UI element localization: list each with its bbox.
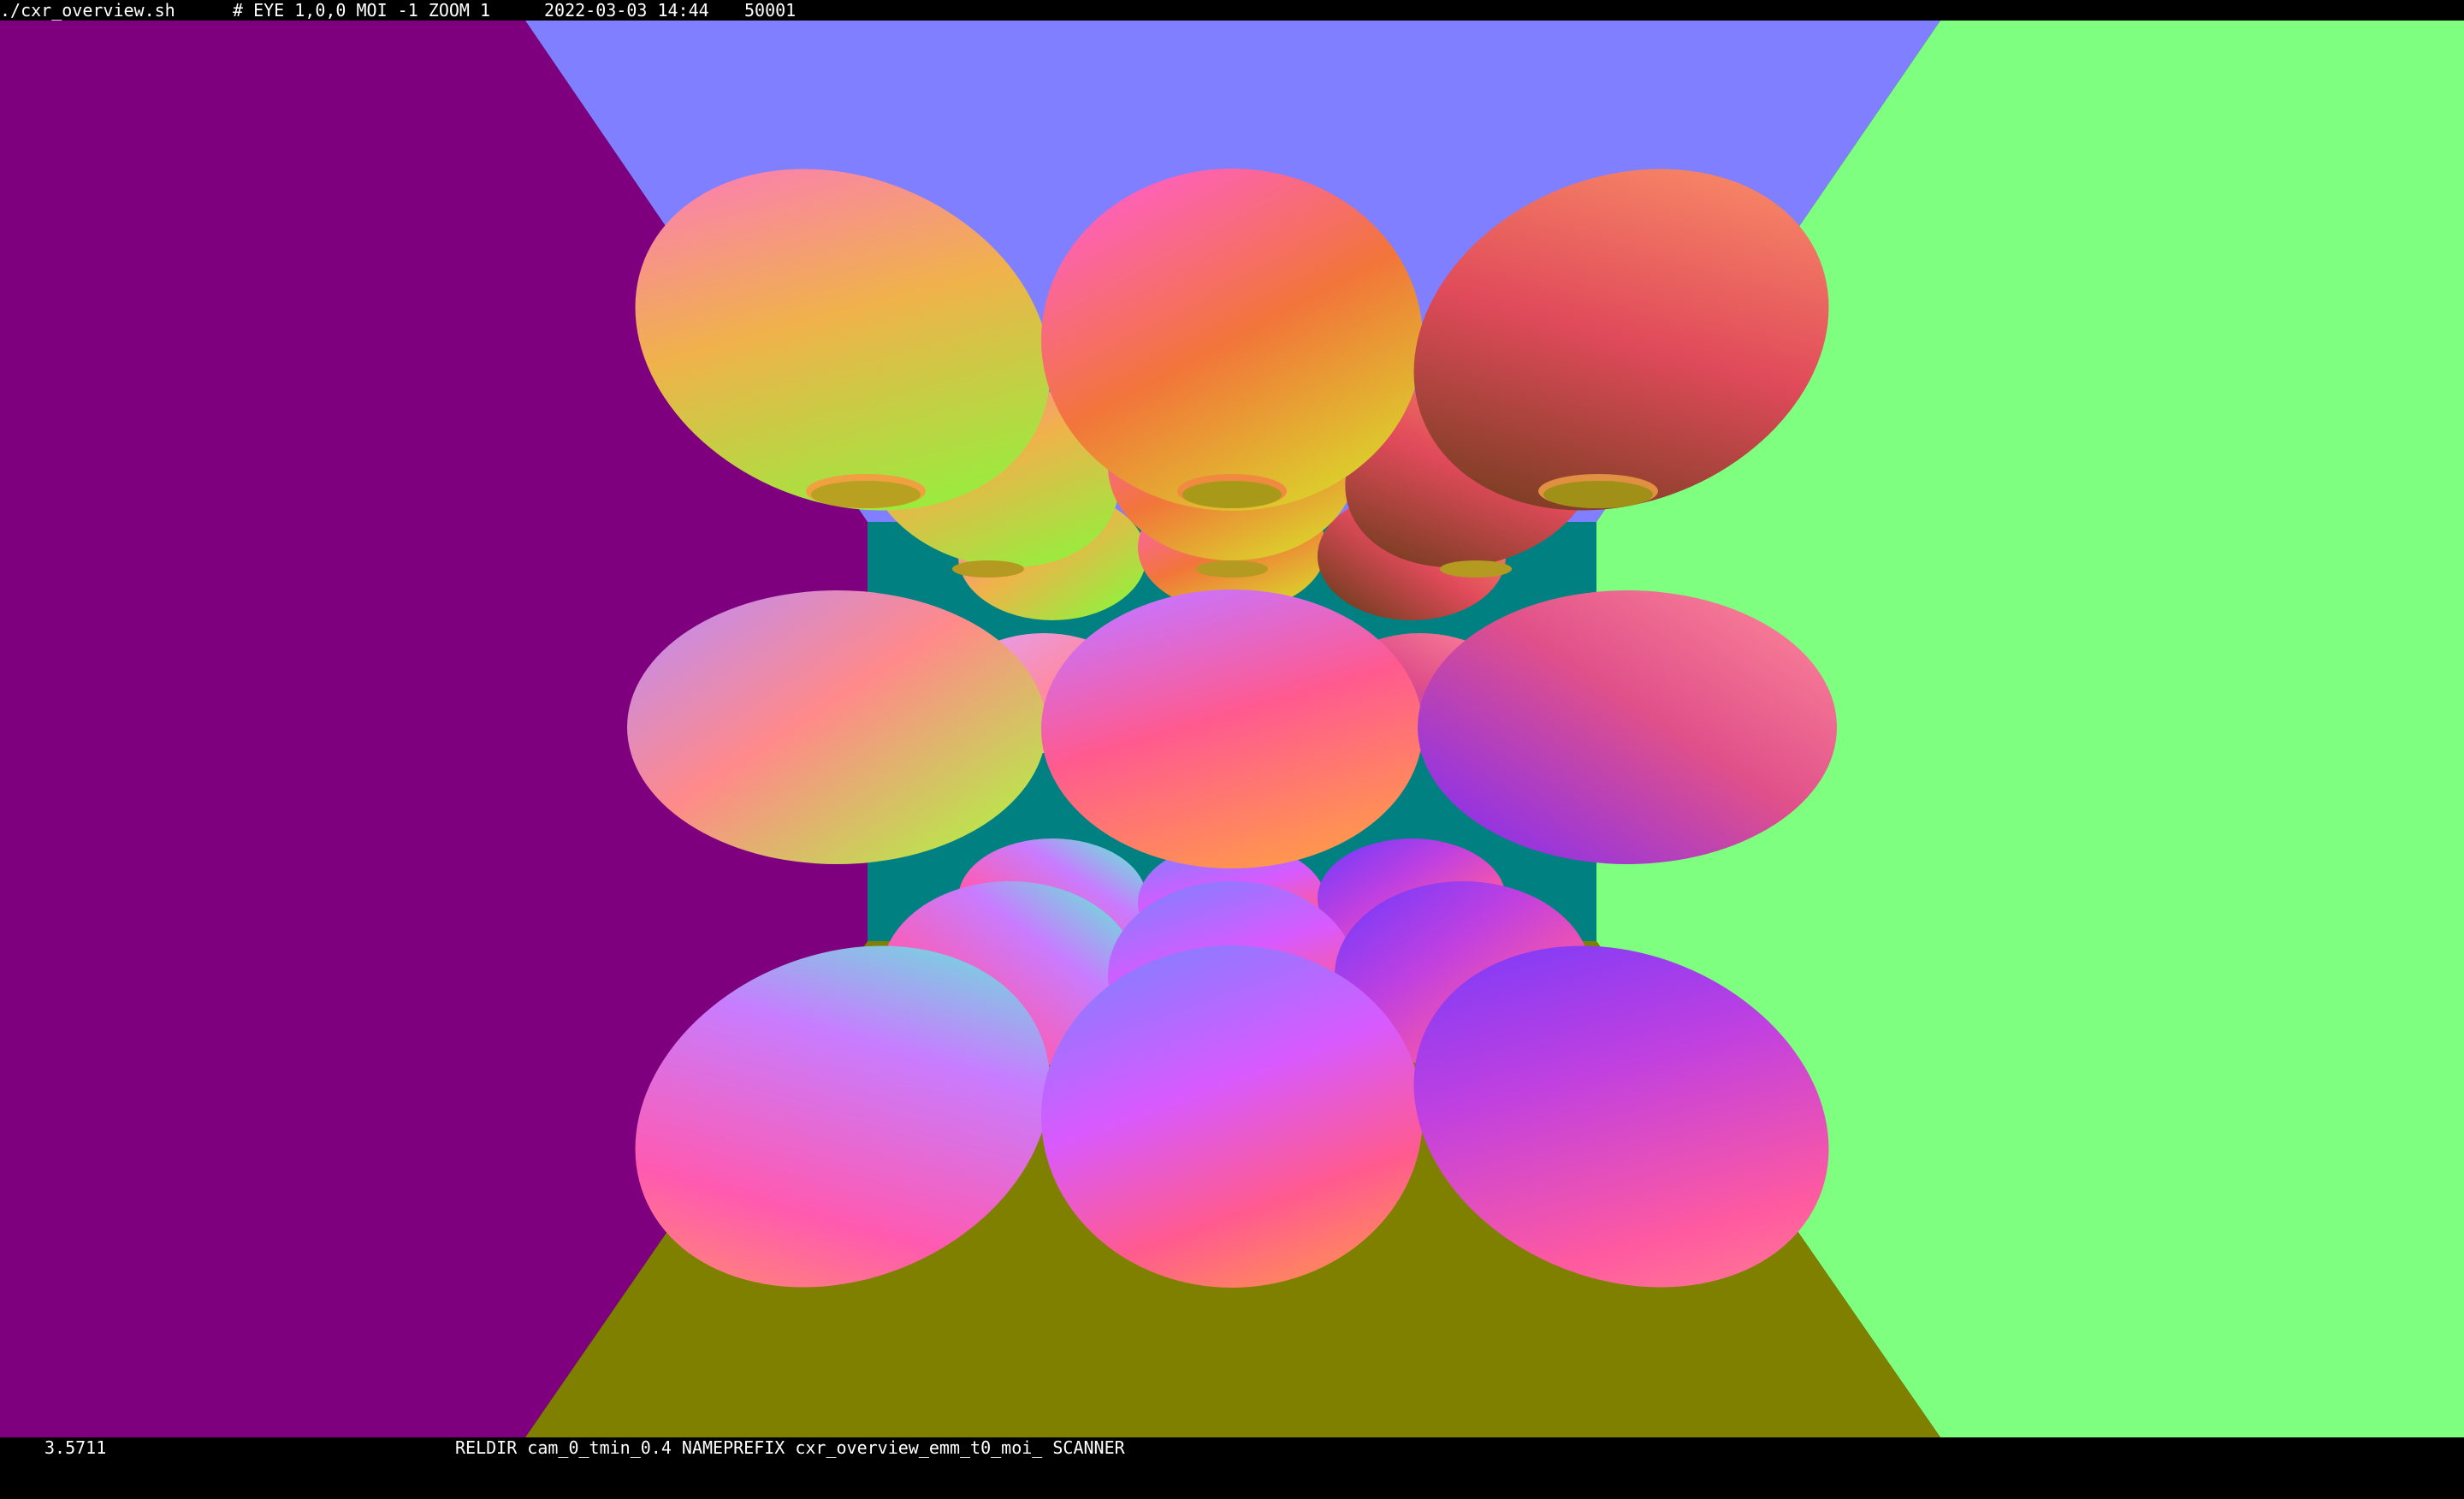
status-bar-top: ./cxr_overview.sh # EYE 1,0,0 MOI -1 ZOO… (0, 0, 2464, 21)
ellipsoid-front-layer (627, 169, 1837, 1288)
ellipsoid-mid-center (1041, 590, 1423, 868)
timestamp: 2022-03-03 14:44 (544, 0, 709, 21)
render-viewport[interactable] (0, 21, 2464, 1437)
status-bar-bottom: 3.5711 RELDIR cam_0_tmin_0.4 NAMEPREFIX … (0, 1437, 2464, 1458)
frame-count: 50001 (744, 0, 797, 21)
render-canvas (0, 21, 2464, 1437)
render-params: # EYE 1,0,0 MOI -1 ZOOM 1 (233, 0, 491, 21)
metric-value: 3.5711 (44, 1437, 107, 1458)
ellipsoid-mid-right (1418, 590, 1837, 864)
ellipsoid-top-center (1041, 169, 1423, 511)
ellipsoid-mid-left (627, 590, 1046, 864)
script-name: ./cxr_overview.sh (0, 0, 175, 21)
render-info: RELDIR cam_0_tmin_0.4 NAMEPREFIX cxr_ove… (455, 1437, 1125, 1458)
ellipsoid-bot-center (1041, 945, 1423, 1288)
